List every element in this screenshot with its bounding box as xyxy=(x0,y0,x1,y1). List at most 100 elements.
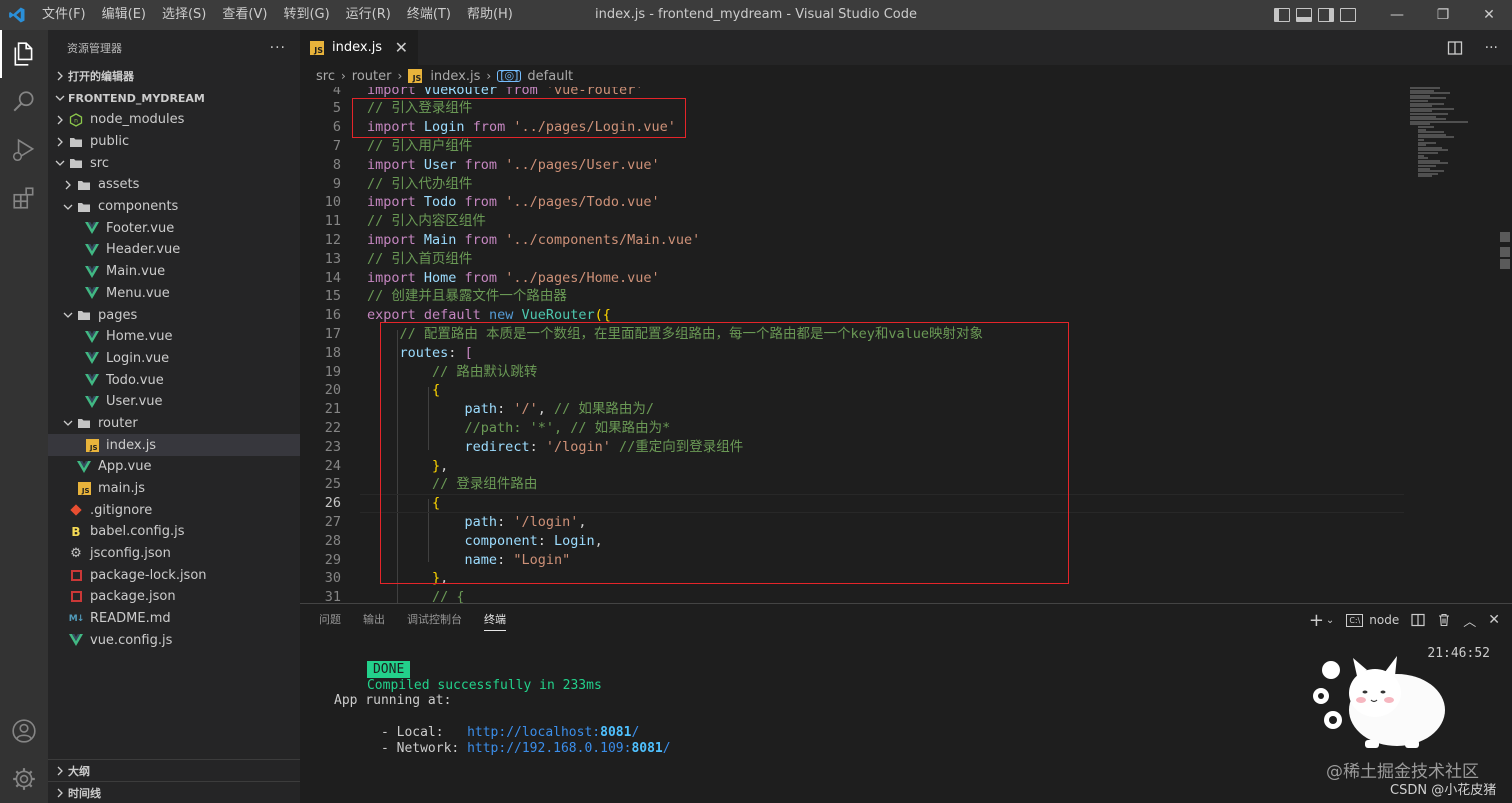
tree-item[interactable]: Header.vue xyxy=(48,239,300,261)
breadcrumb-item[interactable]: src xyxy=(316,69,335,84)
tree-item[interactable]: JS index.js xyxy=(48,434,300,456)
tree-item[interactable]: public xyxy=(48,131,300,153)
code-line[interactable]: 12 import Main from '../components/Main.v… xyxy=(300,231,1512,250)
menu-item[interactable]: 编辑(E) xyxy=(94,0,154,30)
line-number: 8 xyxy=(332,156,341,173)
tree-item[interactable]: Bbabel.config.js xyxy=(48,521,300,543)
tree-item[interactable]: Main.vue xyxy=(48,261,300,283)
tree-item[interactable]: Login.vue xyxy=(48,348,300,370)
settings-gear-icon xyxy=(13,768,35,790)
panel-tab[interactable]: 调试控制台 xyxy=(407,604,462,636)
timeline-section[interactable]: 时间线 xyxy=(48,781,300,803)
panel-tab[interactable]: 输出 xyxy=(363,604,385,636)
explorer-button[interactable] xyxy=(0,30,48,78)
code-line[interactable]: 13 // 引入首页组件 xyxy=(300,250,1512,269)
tree-item[interactable]: .gitignore xyxy=(48,499,300,521)
code-line[interactable]: 15 // 创建并且暴露文件一个路由器 xyxy=(300,287,1512,306)
minimap[interactable] xyxy=(1410,87,1496,187)
new-terminal-icon[interactable]: + xyxy=(1309,610,1324,631)
tree-item[interactable]: package-lock.json xyxy=(48,564,300,586)
customize-layout-icon[interactable] xyxy=(1340,8,1356,22)
panel-tab[interactable]: 终端 xyxy=(484,604,506,636)
menu-item[interactable]: 文件(F) xyxy=(34,0,94,30)
code-line[interactable]: 31 // { xyxy=(300,588,1512,603)
code-line[interactable]: 14 import Home from '../pages/Home.vue' xyxy=(300,269,1512,288)
vertical-scrollbar[interactable] xyxy=(1498,87,1512,603)
outline-section[interactable]: 大纲 xyxy=(48,759,300,781)
close-window-button[interactable]: ✕ xyxy=(1466,0,1512,30)
toggle-primary-sidebar-icon[interactable] xyxy=(1274,8,1290,22)
run-debug-button[interactable] xyxy=(0,126,48,174)
menu-item[interactable]: 帮助(H) xyxy=(459,0,521,30)
menu-item[interactable]: 查看(V) xyxy=(214,0,275,30)
search-button[interactable] xyxy=(0,78,48,126)
code-line[interactable]: 8 import User from '../pages/User.vue' xyxy=(300,156,1512,175)
tree-item[interactable]: App.vue xyxy=(48,456,300,478)
code-token: import xyxy=(367,269,424,286)
tree-item[interactable]: User.vue xyxy=(48,391,300,413)
tree-item[interactable]: JS main.js xyxy=(48,478,300,500)
code-line[interactable]: 9 // 引入代办组件 xyxy=(300,175,1512,194)
chevron-down-icon[interactable]: ⌄ xyxy=(1326,615,1334,626)
more-actions-icon[interactable]: ··· xyxy=(270,40,286,56)
tree-item[interactable]: n node_modules xyxy=(48,109,300,131)
app-running-line: App running at: xyxy=(334,693,452,708)
restore-button[interactable]: ❐ xyxy=(1420,0,1466,30)
project-section[interactable]: FRONTEND_MYDREAM xyxy=(48,87,300,109)
tree-item[interactable]: Footer.vue xyxy=(48,217,300,239)
open-editors-section[interactable]: 打开的编辑器 xyxy=(48,65,300,87)
tree-item[interactable]: ⚙ jsconfig.json xyxy=(48,543,300,565)
network-url-link[interactable]: http://192.168.0.109:8081/ xyxy=(467,741,671,756)
tree-item-label: src xyxy=(90,155,109,171)
tree-item[interactable]: assets xyxy=(48,174,300,196)
breadcrumb-item[interactable]: router xyxy=(352,69,392,84)
accounts-button[interactable] xyxy=(0,707,48,755)
line-number: 30 xyxy=(324,570,341,587)
js-file-icon: JS xyxy=(408,69,423,83)
menu-item[interactable]: 运行(R) xyxy=(338,0,399,30)
close-panel-icon[interactable]: ✕ xyxy=(1488,612,1500,628)
tree-item[interactable]: pages xyxy=(48,304,300,326)
code-line[interactable]: 11 // 引入内容区组件 xyxy=(300,212,1512,231)
panel-tab[interactable]: 问题 xyxy=(319,604,341,636)
extensions-button[interactable] xyxy=(0,174,48,222)
code-token: // { xyxy=(432,589,465,603)
close-tab-icon[interactable]: ✕ xyxy=(395,38,408,57)
tree-item[interactable]: components xyxy=(48,196,300,218)
code-line[interactable]: 10 import Todo from '../pages/Todo.vue' xyxy=(300,193,1512,212)
toggle-panel-icon[interactable] xyxy=(1296,8,1312,22)
tree-item[interactable]: package.json xyxy=(48,586,300,608)
tree-item-label: components xyxy=(98,199,179,215)
tree-item[interactable]: src xyxy=(48,152,300,174)
tree-item[interactable]: Todo.vue xyxy=(48,369,300,391)
breadcrumb-item[interactable]: index.js xyxy=(430,69,480,84)
trash-icon[interactable] xyxy=(1437,613,1451,627)
vue-file-icon xyxy=(84,372,100,388)
tree-item[interactable]: Home.vue xyxy=(48,326,300,348)
split-editor-icon[interactable] xyxy=(1447,40,1463,56)
menu-item[interactable]: 终端(T) xyxy=(399,0,459,30)
code-text: import Todo from '../pages/Todo.vue' xyxy=(367,193,660,212)
minimize-button[interactable]: — xyxy=(1374,0,1420,30)
menu-item[interactable]: 转到(G) xyxy=(275,0,337,30)
toggle-secondary-sidebar-icon[interactable] xyxy=(1318,8,1334,22)
code-token: User xyxy=(423,156,465,173)
tree-item[interactable]: vue.config.js xyxy=(48,630,300,652)
folder-icon: n xyxy=(68,112,84,128)
tab-index-js[interactable]: JS index.js ✕ xyxy=(300,30,418,65)
code-line[interactable]: 7 // 引入用户组件 xyxy=(300,137,1512,156)
tree-item[interactable]: router xyxy=(48,413,300,435)
maximize-panel-icon[interactable]: ︿ xyxy=(1463,611,1476,630)
highlight-box-routes xyxy=(380,322,1069,584)
tree-item[interactable]: Menu.vue xyxy=(48,283,300,305)
breadcrumb-item[interactable]: default xyxy=(527,69,573,84)
tree-item[interactable]: M↓ README.md xyxy=(48,608,300,630)
line-number: 5 xyxy=(332,100,341,117)
json-config-icon: ⚙ xyxy=(70,546,82,562)
menu-item[interactable]: 选择(S) xyxy=(154,0,214,30)
more-actions-icon[interactable]: ··· xyxy=(1485,40,1498,56)
tree-item-label: User.vue xyxy=(106,394,163,410)
split-terminal-icon[interactable] xyxy=(1411,613,1425,627)
settings-button[interactable] xyxy=(0,755,48,803)
terminal-name[interactable]: node xyxy=(1369,613,1399,627)
